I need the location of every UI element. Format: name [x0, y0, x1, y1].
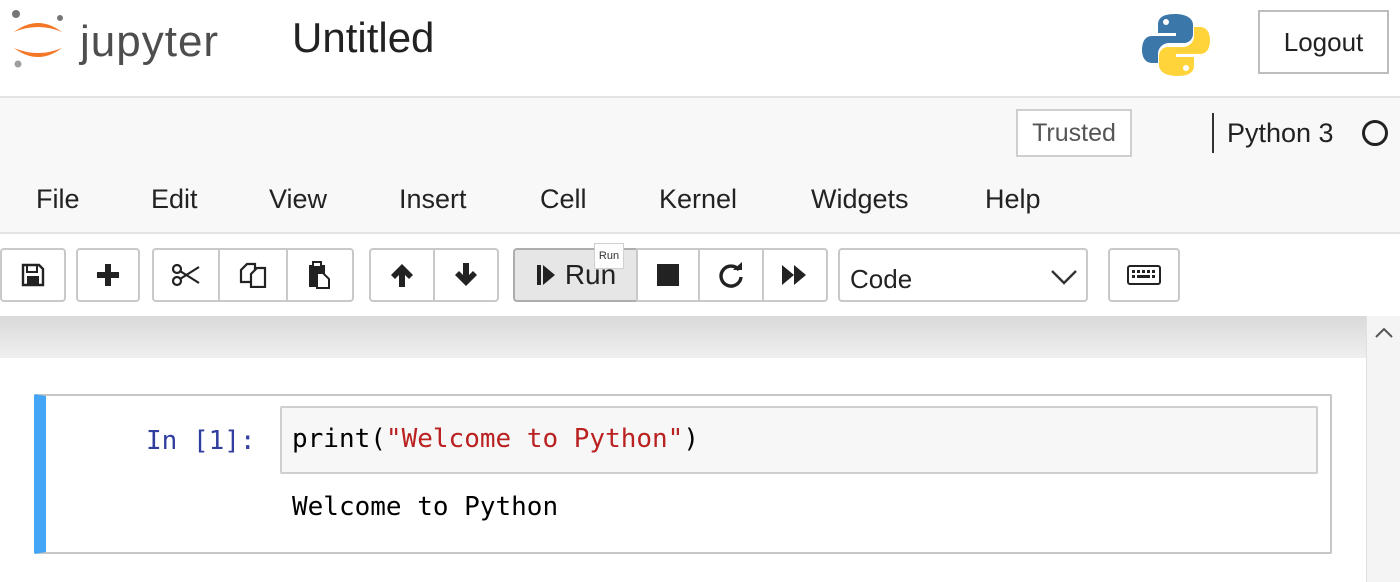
kernel-name[interactable]: Python 3 [1227, 118, 1334, 149]
floppy-disk-icon [21, 263, 45, 287]
menu-cell[interactable]: Cell [540, 184, 587, 215]
menu-edit[interactable]: Edit [151, 184, 198, 215]
scroll-up-button[interactable] [1367, 318, 1400, 348]
kernel-separator [1212, 113, 1214, 153]
input-prompt: In [1]: [146, 426, 256, 456]
logout-button[interactable]: Logout [1258, 10, 1389, 74]
interrupt-button[interactable] [636, 248, 700, 302]
notebook-site: In [1]: print("Welcome to Python") Welco… [0, 316, 1400, 582]
notebook-title[interactable]: Untitled [292, 14, 434, 62]
insert-group [76, 248, 140, 302]
command-palette-button[interactable] [1108, 248, 1180, 302]
arrow-up-icon [391, 264, 413, 287]
menu-file[interactable]: File [36, 184, 80, 215]
save-group [0, 248, 66, 302]
chevron-up-icon [1375, 327, 1393, 338]
header: jupyter Untitled Logout [0, 0, 1400, 96]
menu-widgets[interactable]: Widgets [811, 184, 909, 215]
code-text: print("Welcome to Python") [292, 424, 699, 454]
menu-kernel[interactable]: Kernel [659, 184, 737, 215]
notebook-container: In [1]: print("Welcome to Python") Welco… [0, 358, 1366, 582]
paste-button[interactable] [286, 248, 354, 302]
python-logo-icon [1142, 14, 1210, 76]
scissors-icon [171, 263, 200, 287]
code-func: print( [292, 424, 386, 454]
cell-output: Welcome to Python [292, 492, 559, 522]
menu-help[interactable]: Help [985, 184, 1041, 215]
step-forward-icon [536, 265, 555, 285]
stop-icon [657, 264, 679, 286]
restart-button[interactable] [698, 248, 764, 302]
plus-icon [97, 264, 119, 286]
paste-icon [309, 261, 330, 289]
toolbar: Run [0, 236, 1400, 316]
chevron-down-icon [1051, 270, 1077, 285]
restart-run-all-button[interactable] [762, 248, 828, 302]
scrollbar[interactable] [1366, 316, 1400, 582]
fast-forward-icon [782, 265, 806, 285]
run-group: Run [513, 248, 828, 302]
menu-bar: File Edit View Insert Cell Kernel Widget… [0, 184, 1400, 224]
restart-icon [719, 262, 743, 288]
edit-group [152, 248, 354, 302]
copy-button[interactable] [218, 248, 288, 302]
keyboard-icon [1127, 265, 1161, 285]
menu-insert[interactable]: Insert [399, 184, 467, 215]
code-string: "Welcome to Python" [385, 424, 684, 454]
cell-type-select[interactable]: Code [838, 248, 1088, 302]
jupyter-logo-icon [12, 10, 63, 68]
code-editor[interactable]: print("Welcome to Python") [280, 406, 1318, 474]
copy-icon [239, 262, 267, 288]
cut-button[interactable] [152, 248, 220, 302]
insert-cell-button[interactable] [76, 248, 140, 302]
move-up-button[interactable] [369, 248, 435, 302]
trusted-indicator[interactable]: Trusted [1016, 109, 1132, 157]
menubar-panel: Trusted Python 3 File Edit View Insert C… [0, 96, 1400, 234]
run-tooltip: Run [594, 243, 624, 269]
jupyter-wordmark: jupyter [80, 17, 220, 66]
move-group [369, 248, 499, 302]
move-down-button[interactable] [433, 248, 499, 302]
menu-view[interactable]: View [269, 184, 327, 215]
cell-type-value: Code [850, 264, 913, 294]
save-button[interactable] [0, 248, 66, 302]
jupyter-logo[interactable]: jupyter [8, 8, 253, 70]
header-shadow [0, 316, 1366, 356]
arrow-down-icon [455, 263, 477, 286]
kernel-idle-icon [1362, 120, 1388, 146]
code-close: ) [683, 424, 699, 454]
code-cell[interactable]: In [1]: print("Welcome to Python") Welco… [34, 394, 1332, 554]
